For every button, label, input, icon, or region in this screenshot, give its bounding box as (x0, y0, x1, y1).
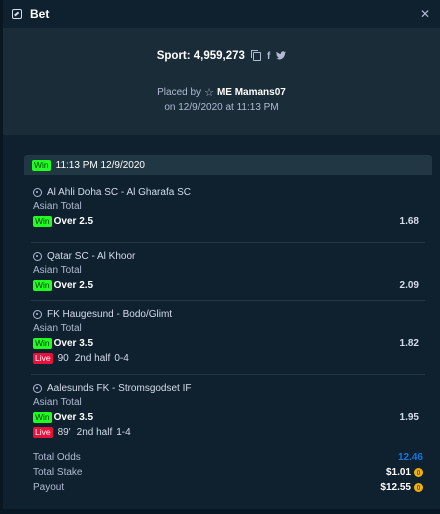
market-name: Asian Total (33, 201, 82, 212)
placed-by-row: Placed by ☆ ME Mamans07 (3, 86, 440, 99)
event-name[interactable]: Qatar SC - Al Khoor (47, 251, 135, 262)
modal-title: Bet (30, 7, 50, 21)
live-score-row: Live 90 2nd half 0-4 (31, 351, 425, 366)
bet-card-header: Win 11:13 PM 12/9/2020 (24, 155, 432, 175)
leg-status-badge: Win (33, 216, 52, 227)
total-stake-label: Total Stake (33, 467, 83, 478)
event-row: FK Haugesund - Bodo/Glimt (31, 307, 425, 321)
soccer-ball-icon (33, 383, 42, 393)
match-period: 2nd half (76, 427, 113, 438)
leg-status-badge: Win (33, 338, 52, 349)
leg-status-badge: Win (33, 412, 52, 423)
placed-date: on 12/9/2020 at 11:13 PM (164, 102, 279, 113)
leg-odds: 2.09 (399, 280, 419, 291)
modal-title-group: Bet (3, 7, 49, 21)
total-odds-row: Total Odds 12.46 (33, 450, 423, 465)
payout-label: Payout (33, 482, 65, 493)
bet-leg: Aalesunds FK - Stromsgodset IF Asian Tot… (31, 374, 425, 445)
market-name: Asian Total (33, 323, 82, 334)
sport-bet-id: Sport: 4,959,273 (156, 50, 245, 62)
bet-card: Win 11:13 PM 12/9/2020 Al Ahli Doha SC -… (24, 155, 432, 504)
bet-summary-panel: Sport: 4,959,273 f Placed by ☆ ME Mamans… (3, 28, 440, 135)
total-stake-group: $1.01 (386, 467, 423, 478)
leg-odds: 1.95 (399, 412, 419, 423)
close-icon[interactable]: ✕ (420, 7, 440, 21)
bet-leg: Qatar SC - Al Khoor Asian Total Win Over… (31, 242, 425, 300)
outcome-name: Over 3.5 (53, 412, 94, 423)
event-row: Aalesunds FK - Stromsgodset IF (31, 381, 425, 395)
sport-id-row: Sport: 4,959,273 f (3, 49, 440, 62)
total-stake-row: Total Stake $1.01 (33, 465, 423, 480)
bet-leg: Al Ahli Doha SC - Al Gharafa SC Asian To… (31, 185, 425, 242)
event-row: Al Ahli Doha SC - Al Gharafa SC (31, 185, 425, 199)
soccer-ball-icon (33, 309, 42, 319)
soccer-ball-icon (33, 251, 42, 261)
payout-row: Payout $12.55 (33, 480, 423, 495)
copy-icon[interactable] (250, 49, 261, 61)
match-period: 2nd half (74, 353, 111, 364)
bet-time: 11:13 PM 12/9/2020 (55, 159, 145, 171)
soccer-ball-icon (33, 187, 42, 197)
placed-by-label: Placed by (157, 87, 202, 98)
facebook-icon[interactable]: f (267, 51, 270, 62)
bet-legs-list: Al Ahli Doha SC - Al Gharafa SC Asian To… (31, 183, 425, 445)
total-stake-value: $1.01 (385, 467, 411, 478)
outcome-row: Win Over 2.5 1.68 (31, 214, 425, 229)
live-badge: Live (33, 353, 53, 364)
twitter-icon[interactable] (276, 50, 287, 62)
total-odds-value: 12.46 (397, 452, 423, 463)
live-score-row: Live 89' 2nd half 1-4 (31, 425, 425, 440)
outcome-row: Win Over 2.5 2.09 (31, 278, 425, 293)
leg-odds: 1.82 (399, 338, 419, 349)
leg-status-badge: Win (33, 280, 52, 291)
leg-odds: 1.68 (399, 216, 419, 227)
outcome-row: Win Over 3.5 1.95 (31, 410, 425, 425)
match-score: 1-4 (116, 427, 131, 438)
event-name[interactable]: FK Haugesund - Bodo/Glimt (47, 309, 172, 320)
coin-icon (414, 468, 423, 477)
match-score: 0-4 (114, 353, 129, 364)
match-minute: 89' (57, 427, 71, 438)
market-name: Asian Total (33, 397, 82, 408)
live-badge: Live (33, 427, 53, 438)
modal-bottom-edge (0, 509, 440, 514)
vip-star-icon: ☆ (204, 87, 214, 99)
modal-header: Bet ✕ (3, 0, 440, 28)
match-minute: 90 (57, 353, 69, 364)
market-name: Asian Total (33, 265, 82, 276)
event-row: Qatar SC - Al Khoor (31, 249, 425, 263)
bet-leg: FK Haugesund - Bodo/Glimt Asian Total Wi… (31, 300, 425, 374)
outcome-name: Over 2.5 (53, 280, 94, 291)
total-odds-label: Total Odds (33, 452, 81, 463)
payout-group: $12.55 (380, 482, 423, 493)
outcome-name: Over 2.5 (53, 216, 94, 227)
payout-value: $12.55 (380, 482, 411, 493)
outcome-name: Over 3.5 (53, 338, 94, 349)
bet-totals: Total Odds 12.46 Total Stake $1.01 Payou… (33, 450, 423, 495)
status-badge: Win (32, 159, 51, 171)
username-link[interactable]: ME Mamans07 (217, 87, 286, 98)
event-name[interactable]: Al Ahli Doha SC - Al Gharafa SC (47, 187, 191, 198)
event-name[interactable]: Aalesunds FK - Stromsgodset IF (47, 383, 192, 394)
outcome-row: Win Over 3.5 1.82 (31, 336, 425, 351)
coin-icon (414, 483, 423, 492)
bet-slip-icon (12, 9, 22, 19)
